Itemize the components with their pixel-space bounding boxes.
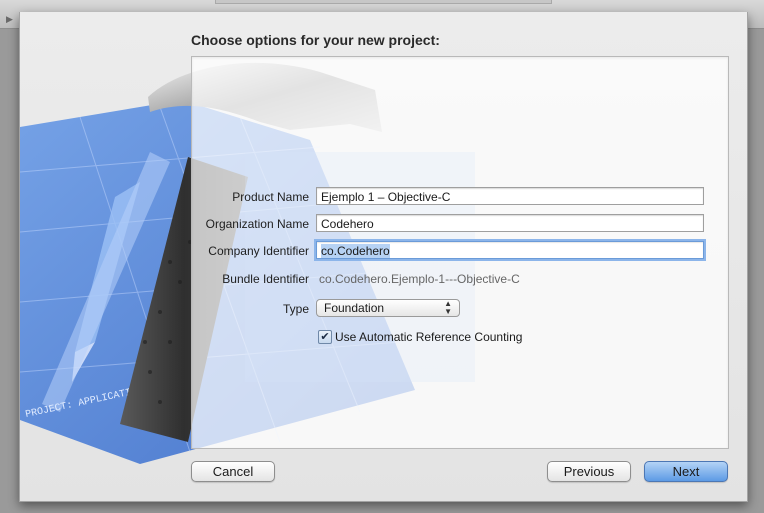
company-identifier-label: Company Identifier bbox=[208, 244, 309, 258]
bundle-identifier-label: Bundle Identifier bbox=[222, 272, 309, 286]
bundle-identifier-row: Bundle Identifier co.Codehero.Ejemplo-1-… bbox=[192, 269, 728, 291]
organization-name-field[interactable]: Codehero bbox=[316, 214, 704, 232]
product-name-field[interactable]: Ejemplo 1 – Objective-C bbox=[316, 187, 704, 205]
company-identifier-row: Company Identifier co.Codehero bbox=[192, 241, 728, 263]
cancel-button[interactable]: Cancel bbox=[191, 461, 275, 482]
page-title: Choose options for your new project: bbox=[191, 32, 440, 48]
product-name-row: Product Name Ejemplo 1 – Objective-C bbox=[192, 187, 728, 209]
new-project-sheet: PROJECT: APPLICATION.APP Choose options … bbox=[19, 12, 748, 502]
type-popup-value: Foundation bbox=[324, 301, 385, 315]
next-button[interactable]: Next bbox=[644, 461, 728, 482]
type-row: Type Foundation ▲ ▼ bbox=[192, 299, 728, 321]
arc-label[interactable]: Use Automatic Reference Counting bbox=[335, 330, 522, 344]
bundle-identifier-value: co.Codehero.Ejemplo-1---Objective-C bbox=[319, 272, 520, 286]
arc-row: ✔ Use Automatic Reference Counting bbox=[192, 329, 728, 351]
company-identifier-field[interactable]: co.Codehero bbox=[316, 241, 704, 259]
type-popup-button[interactable]: Foundation ▲ ▼ bbox=[316, 299, 460, 317]
up-down-arrows-icon: ▲ ▼ bbox=[444, 299, 452, 316]
background-window-field bbox=[215, 0, 552, 4]
organization-name-row: Organization Name Codehero bbox=[192, 214, 728, 236]
options-panel: Product Name Ejemplo 1 – Objective-C Org… bbox=[191, 56, 729, 449]
product-name-label: Product Name bbox=[232, 190, 309, 204]
organization-name-label: Organization Name bbox=[205, 217, 309, 231]
play-triangle-icon: ▶ bbox=[6, 14, 13, 24]
checkmark-icon: ✔ bbox=[320, 331, 330, 343]
arc-checkbox[interactable]: ✔ bbox=[318, 330, 332, 344]
company-identifier-selection: co.Codehero bbox=[321, 244, 390, 258]
type-label: Type bbox=[282, 302, 309, 316]
previous-button[interactable]: Previous bbox=[547, 461, 631, 482]
